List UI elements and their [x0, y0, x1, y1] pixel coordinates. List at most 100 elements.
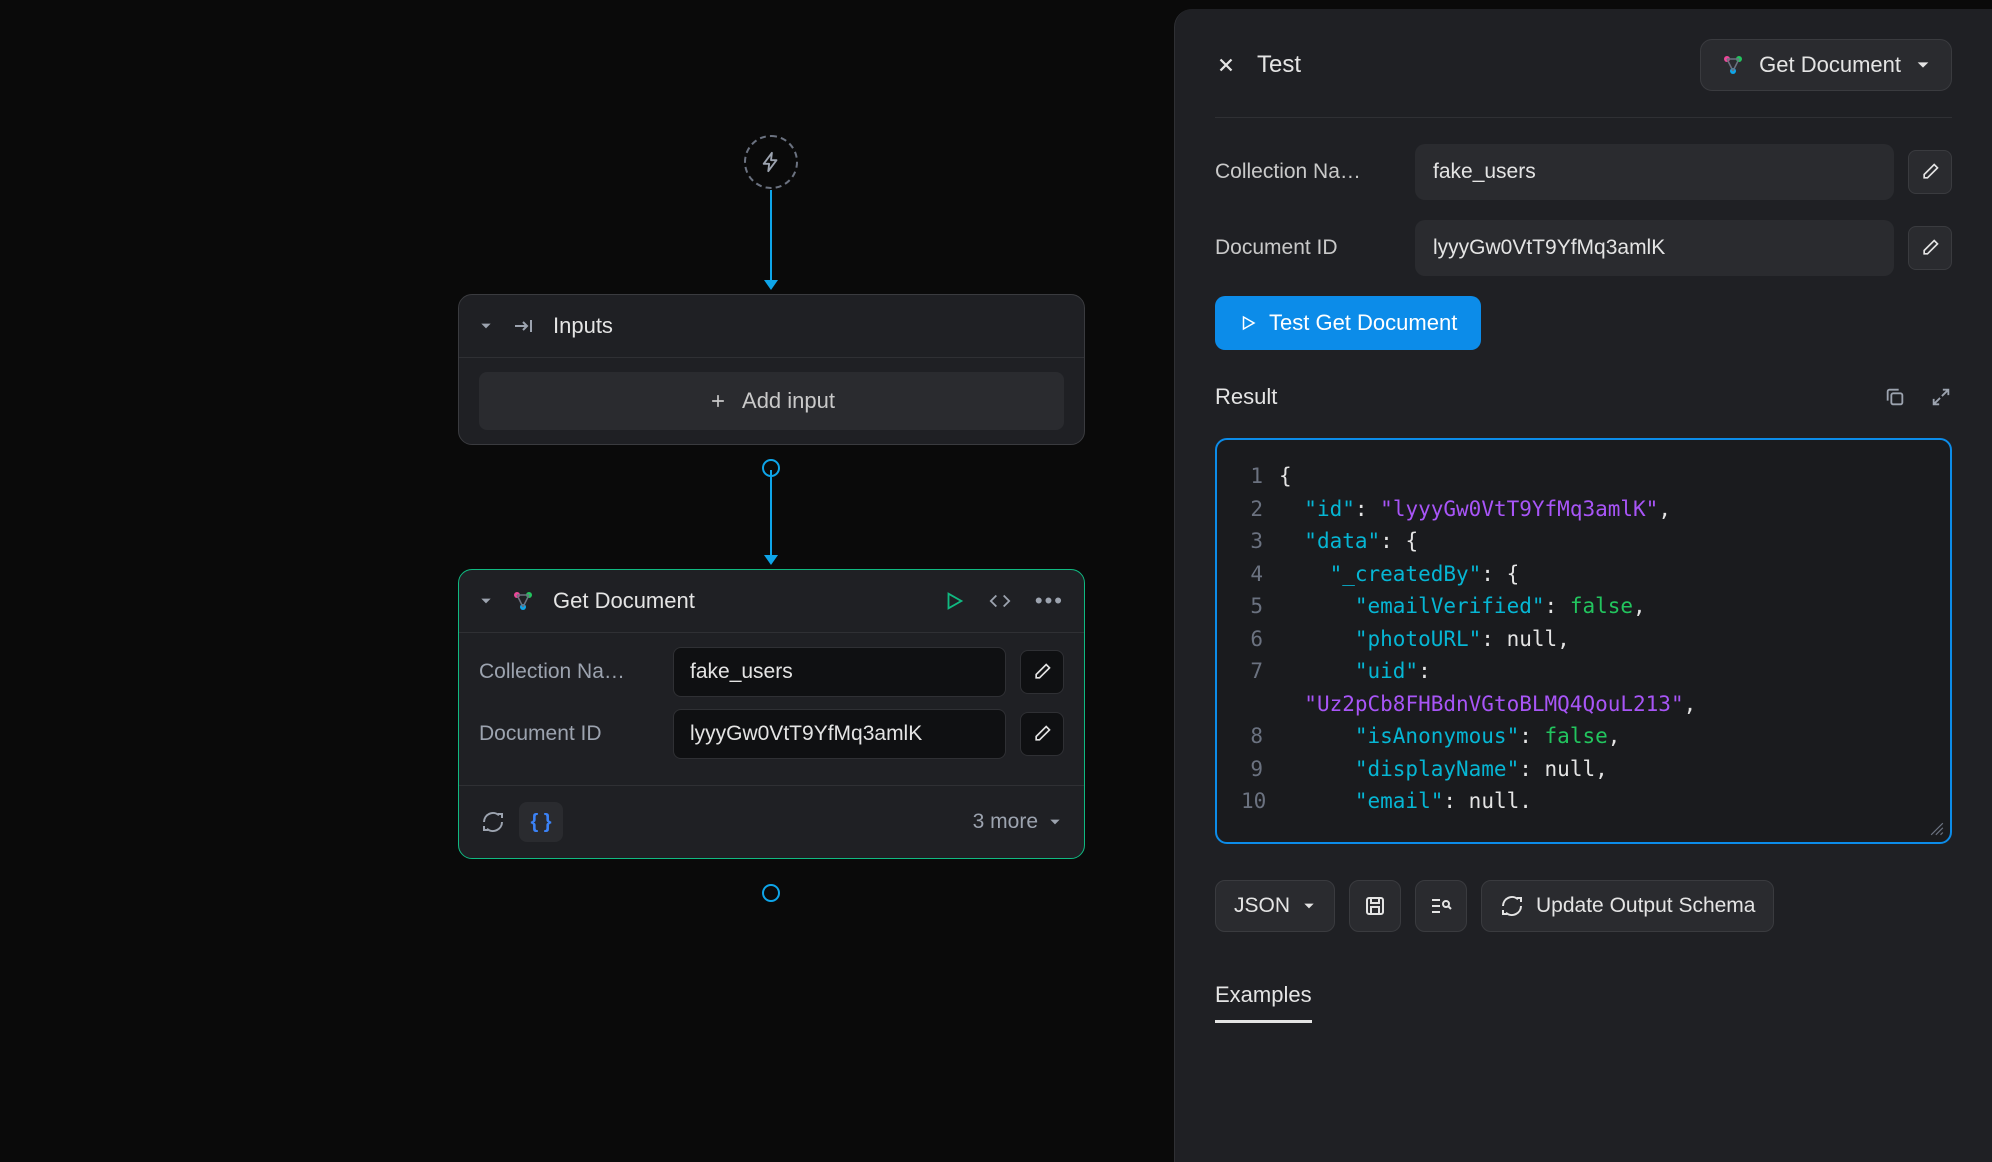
pencil-icon — [1032, 662, 1052, 682]
line-number: 9 — [1241, 753, 1279, 786]
result-json[interactable]: 1{2 "id": "lyyyGw0VtT9YfMq3amlK",3 "data… — [1215, 438, 1952, 844]
add-input-button[interactable]: Add input — [479, 372, 1064, 430]
close-icon[interactable] — [1215, 54, 1237, 76]
code-line: 8 "isAnonymous": false, — [1241, 720, 1926, 753]
copy-icon[interactable] — [1884, 386, 1906, 408]
code-content: "photoURL": null, — [1279, 623, 1570, 656]
result-label: Result — [1215, 384, 1277, 410]
line-number: 7 — [1241, 655, 1279, 688]
field-row-collection: Collection Na… fake_users — [479, 647, 1064, 697]
code-content: "Uz2pCb8FHBdnVGtoBLMQ4QouL213", — [1279, 688, 1696, 721]
loop-icon[interactable] — [481, 810, 505, 834]
node-type-icon — [1721, 53, 1745, 77]
pencil-icon — [1920, 162, 1940, 182]
resize-handle-icon[interactable] — [1930, 822, 1944, 836]
input-arrow-icon — [511, 314, 535, 338]
code-line: 6 "photoURL": null, — [1241, 623, 1926, 656]
chevron-down-icon[interactable] — [479, 594, 493, 608]
field-label: Document ID — [1215, 236, 1401, 260]
connector-arrow-icon — [764, 280, 778, 290]
field-label: Document ID — [479, 722, 659, 746]
search-icon-button[interactable] — [1415, 880, 1467, 932]
code-line: 3 "data": { — [1241, 525, 1926, 558]
chevron-down-icon[interactable] — [479, 319, 493, 333]
tab-examples[interactable]: Examples — [1215, 982, 1312, 1023]
chevron-down-icon — [1302, 899, 1316, 913]
expand-icon[interactable] — [1930, 386, 1952, 408]
panel-field-docid: Document ID lyyyGw0VtT9YfMq3amlK — [1215, 220, 1952, 276]
document-id-input[interactable]: lyyyGw0VtT9YfMq3amlK — [1415, 220, 1894, 276]
braces-icon: { } — [530, 811, 551, 834]
pencil-icon — [1920, 238, 1940, 258]
field-row-docid: Document ID lyyyGw0VtT9YfMq3amlK — [479, 709, 1064, 759]
more-fields-dropdown[interactable]: 3 more — [973, 810, 1062, 834]
document-id-value[interactable]: lyyyGw0VtT9YfMq3amlK — [673, 709, 1006, 759]
collection-name-input[interactable]: fake_users — [1415, 144, 1894, 200]
code-content: "isAnonymous": false, — [1279, 720, 1620, 753]
update-schema-button[interactable]: Update Output Schema — [1481, 880, 1774, 932]
inputs-node[interactable]: Inputs Add input — [458, 294, 1085, 445]
code-line: 4 "_createdBy": { — [1241, 558, 1926, 591]
code-content: "email": null. — [1279, 785, 1532, 818]
search-list-icon — [1429, 894, 1453, 918]
test-button-label: Test Get Document — [1269, 310, 1457, 336]
code-content: "emailVerified": false, — [1279, 590, 1646, 623]
format-dropdown[interactable]: JSON — [1215, 880, 1335, 932]
line-number: 8 — [1241, 720, 1279, 753]
code-icon[interactable] — [989, 590, 1011, 612]
field-label: Collection Na… — [479, 660, 659, 684]
node-header: Get Document ••• — [459, 570, 1084, 633]
save-icon — [1363, 894, 1387, 918]
code-line: 5 "emailVerified": false, — [1241, 590, 1926, 623]
json-template-button[interactable]: { } — [519, 802, 563, 842]
node-selector-dropdown[interactable]: Get Document — [1700, 39, 1952, 91]
edit-collection-button[interactable] — [1020, 650, 1064, 694]
refresh-icon — [1500, 894, 1524, 918]
line-number: 10 — [1241, 785, 1279, 818]
connector-arrow-icon — [764, 555, 778, 565]
save-icon-button[interactable] — [1349, 880, 1401, 932]
code-line: 10 "email": null. — [1241, 785, 1926, 818]
panel-tabs: Examples — [1215, 982, 1952, 1023]
more-menu-icon[interactable]: ••• — [1035, 588, 1064, 614]
edit-collection-button[interactable] — [1908, 150, 1952, 194]
code-content: "_createdBy": { — [1279, 558, 1519, 591]
code-line: 9 "displayName": null, — [1241, 753, 1926, 786]
code-content: "uid": — [1279, 655, 1431, 688]
trigger-node[interactable] — [744, 135, 798, 189]
node-footer: { } 3 more — [459, 785, 1084, 858]
code-line: 1{ — [1241, 460, 1926, 493]
node-title: Inputs — [553, 313, 1064, 339]
get-document-node[interactable]: Get Document ••• Collection Na… fake_use… — [458, 569, 1085, 859]
line-number: 3 — [1241, 525, 1279, 558]
node-type-icon — [511, 589, 535, 613]
code-line: "Uz2pCb8FHBdnVGtoBLMQ4QouL213", — [1241, 688, 1926, 721]
bolt-icon — [760, 151, 782, 173]
result-header: Result — [1215, 384, 1952, 410]
collection-name-value[interactable]: fake_users — [673, 647, 1006, 697]
edit-docid-button[interactable] — [1908, 226, 1952, 270]
test-button[interactable]: Test Get Document — [1215, 296, 1481, 350]
format-dropdown-label: JSON — [1234, 894, 1290, 918]
field-label: Collection Na… — [1215, 160, 1401, 184]
result-toolbar: JSON Update Output Schema — [1215, 880, 1952, 932]
run-node-icon[interactable] — [943, 590, 965, 612]
workflow-canvas[interactable]: Inputs Add input Get Document ••• Collec… — [0, 0, 1162, 1162]
edit-docid-button[interactable] — [1020, 712, 1064, 756]
code-content: { — [1279, 460, 1292, 493]
update-schema-label: Update Output Schema — [1536, 894, 1755, 918]
output-port[interactable] — [762, 884, 780, 902]
line-number: 6 — [1241, 623, 1279, 656]
chevron-down-icon — [1048, 815, 1062, 829]
node-title: Get Document — [553, 588, 925, 614]
chevron-down-icon — [1915, 57, 1931, 73]
code-content: "id": "lyyyGw0VtT9YfMq3amlK", — [1279, 493, 1671, 526]
line-number: 2 — [1241, 493, 1279, 526]
line-number: 1 — [1241, 460, 1279, 493]
line-number: 4 — [1241, 558, 1279, 591]
more-fields-label: 3 more — [973, 810, 1038, 834]
node-selector-label: Get Document — [1759, 52, 1901, 78]
line-number — [1241, 688, 1279, 721]
test-panel: Test Get Document Collection Na… fake_us… — [1174, 9, 1992, 1162]
code-line: 2 "id": "lyyyGw0VtT9YfMq3amlK", — [1241, 493, 1926, 526]
